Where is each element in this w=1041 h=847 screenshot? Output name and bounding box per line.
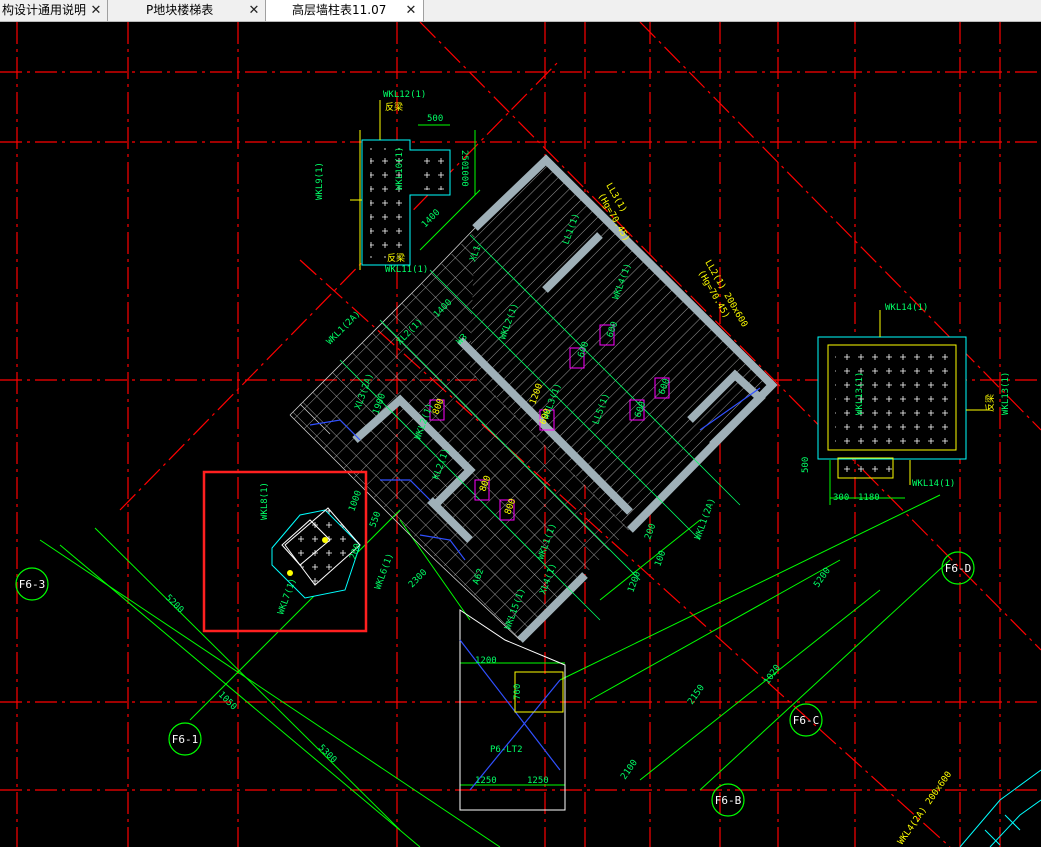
axis-label: F6-3: [19, 578, 46, 591]
close-icon[interactable]: ✕: [405, 0, 417, 21]
beam-label: WKL8(1): [260, 482, 270, 520]
tab-label: P地块楼梯表: [146, 3, 214, 17]
tab-label: 高层墙柱表11.07: [292, 3, 387, 17]
dimension-text: 550: [368, 510, 383, 529]
dimension-text: 1000: [347, 489, 364, 513]
stair-label: P6-LT2: [490, 745, 523, 755]
beam-label: WKL6(1): [373, 552, 395, 591]
dimension-text: 1000: [459, 165, 469, 187]
tab-wall-column-table[interactable]: 高层墙柱表11.07 ✕: [266, 0, 424, 21]
dimension-text: 2150: [686, 683, 707, 707]
column-diamond-left: [271, 507, 361, 599]
dimension-text: 500: [801, 457, 811, 473]
axis-label: F6-B: [715, 794, 742, 807]
dimension-text: 300: [833, 493, 849, 503]
beam-label: WKL1(2A): [325, 309, 363, 347]
dimension-text: 1180: [858, 493, 880, 503]
beam-label: WKL10(1): [395, 147, 405, 190]
beam-label: WKL9(1): [315, 162, 325, 200]
dimension-text: 250: [459, 150, 469, 166]
beam-note: 反梁: [385, 101, 403, 113]
dimension-text: 1250: [475, 776, 497, 786]
tab-bar: 构设计通用说明 ✕ P地块楼梯表 ✕ 高层墙柱表11.07 ✕: [0, 0, 1041, 22]
axis-label: F6-1: [172, 733, 199, 746]
dimension-text: 1050: [216, 690, 238, 712]
cad-drawing-canvas[interactable]: F6-3 F6-1 F6-D F6-C F6-B WKL12(1) 反梁 WKL…: [0, 22, 1041, 847]
axis-label: F6-D: [945, 562, 972, 575]
beam-label: WKL4(2A) 200x600: [896, 770, 954, 847]
dimension-text: 700: [513, 684, 523, 700]
tab-structural-general-notes[interactable]: 构设计通用说明 ✕: [0, 0, 108, 21]
beam-label: WKL7(1): [276, 577, 298, 616]
close-icon[interactable]: ✕: [90, 0, 102, 21]
beam-label: WKL1(2A): [693, 497, 717, 541]
dimension-text: 2300: [407, 568, 429, 590]
dimension-text: 200: [643, 522, 658, 541]
beam-note: 反梁: [387, 252, 405, 264]
beam-label: WKL14(1): [912, 479, 955, 489]
tab-label: 构设计通用说明: [2, 3, 87, 17]
dimension-text: 1020: [762, 663, 783, 687]
close-icon[interactable]: ✕: [248, 0, 260, 21]
dimension-text: 1400: [420, 208, 442, 230]
column-box-right: [817, 310, 990, 485]
beam-label: WKL13(1): [855, 372, 865, 415]
beam-label: WKL11(1): [385, 265, 428, 275]
dimension-text: 500: [427, 114, 443, 124]
dimension-text: 1200: [626, 570, 643, 594]
beam-label: WKL12(1): [383, 90, 426, 100]
dimension-text: 100: [653, 549, 668, 568]
axis-label: F6-C: [793, 714, 820, 727]
dimension-text: 2100: [619, 758, 640, 782]
beam-label: WKL13(1): [1001, 372, 1011, 415]
dimension-text: 1250: [527, 776, 549, 786]
beam-note: 反梁: [984, 394, 996, 412]
tab-stair-table[interactable]: P地块楼梯表 ✕: [108, 0, 266, 21]
dimension-text: 5200: [812, 566, 833, 590]
dimension-text: 1200: [475, 656, 497, 666]
dimension-text: 5200: [163, 593, 185, 615]
beam-label: WKL14(1): [885, 303, 928, 313]
